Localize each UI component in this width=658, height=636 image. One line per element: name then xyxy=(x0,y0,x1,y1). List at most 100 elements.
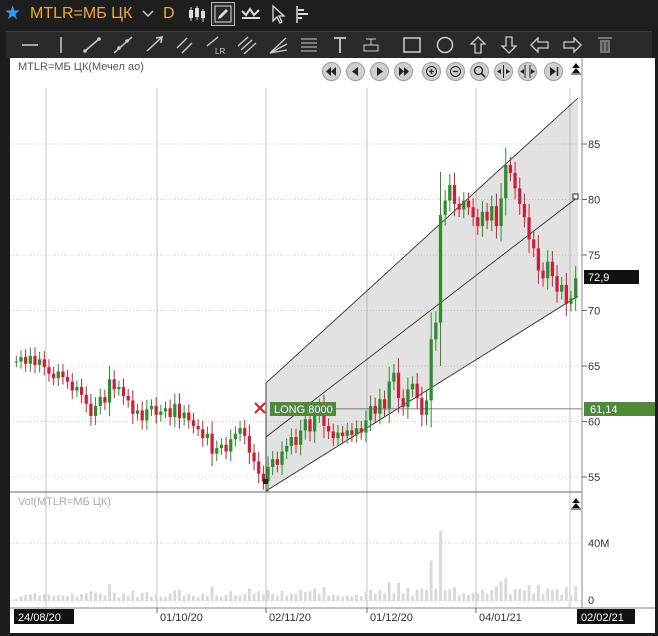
volume-bar xyxy=(252,593,256,601)
candle-body xyxy=(504,165,508,199)
volume-bar xyxy=(383,593,386,601)
zoom-in-button[interactable] xyxy=(422,62,441,81)
volume-bar xyxy=(485,593,489,601)
candle-body xyxy=(19,357,23,362)
svg-text:0: 0 xyxy=(588,595,594,607)
chart-canvas[interactable]: 85807570656055 01/10/20 02/11/20 01/12/20 0… xyxy=(10,58,655,633)
ellipse-tool-icon[interactable] xyxy=(433,34,457,56)
volume-bar xyxy=(122,593,125,601)
channel-handle[interactable] xyxy=(572,193,579,200)
fibonacci-levels-tool-icon[interactable] xyxy=(297,34,321,56)
symbol-label[interactable]: MTLR=МБ ЦК xyxy=(30,4,132,24)
candle-body xyxy=(331,431,335,439)
candle-body xyxy=(177,403,182,419)
volume-bar xyxy=(364,591,368,601)
volume-bar xyxy=(317,594,321,601)
volume-bar xyxy=(522,590,526,601)
volume-bar xyxy=(196,596,200,601)
channel-anchor-handle[interactable] xyxy=(263,479,268,484)
candle-body xyxy=(159,411,163,415)
volume-bar xyxy=(14,599,18,601)
volume-bar xyxy=(182,595,186,601)
volume-bar xyxy=(70,593,74,601)
go-to-latest-button[interactable] xyxy=(544,62,563,81)
volume-bar xyxy=(168,593,172,601)
candle-body xyxy=(359,428,363,433)
volume-bar xyxy=(359,596,363,601)
arrow-left-tool-icon[interactable] xyxy=(528,34,552,56)
volume-series xyxy=(14,531,578,601)
candle-body xyxy=(443,200,447,216)
collapse-volume-pane-icon[interactable] xyxy=(571,498,581,510)
collapse-price-pane-icon[interactable] xyxy=(571,63,581,75)
candle-body xyxy=(149,405,154,410)
candle-body xyxy=(438,215,443,323)
volume-bar xyxy=(117,597,121,601)
price-axis: 85 80 75 70 65 60 55 xyxy=(582,139,600,484)
volume-bar xyxy=(453,587,456,601)
parallel-lines-tool-icon[interactable] xyxy=(173,34,197,56)
scroll-left-button[interactable] xyxy=(346,62,365,81)
price-label-tool-icon[interactable] xyxy=(359,34,383,56)
volume-bar xyxy=(355,594,358,601)
candle-body xyxy=(98,397,102,406)
zoom-reset-button[interactable] xyxy=(470,62,489,81)
volume-bar xyxy=(518,589,522,601)
text-tool-icon[interactable] xyxy=(328,34,352,56)
arrow-right-tool-icon[interactable] xyxy=(560,34,584,56)
fan-lines-tool-icon[interactable] xyxy=(266,34,290,56)
favorite-star-icon[interactable]: ★ xyxy=(4,3,21,25)
candle-body xyxy=(378,399,382,414)
candle-body xyxy=(480,211,485,227)
scroll-to-end-button[interactable] xyxy=(394,62,413,81)
candle-body xyxy=(340,432,345,436)
trash-icon[interactable] xyxy=(593,34,617,56)
volume-bar xyxy=(560,594,564,601)
rectangle-tool-icon[interactable] xyxy=(400,34,424,56)
volume-bar xyxy=(243,594,247,601)
order-label[interactable]: LONG 8000 xyxy=(274,404,333,416)
expand-chart-button[interactable] xyxy=(518,62,537,81)
candle-body xyxy=(93,405,98,416)
scroll-to-start-button[interactable] xyxy=(322,62,341,81)
volume-bar xyxy=(406,587,410,601)
volume-bar xyxy=(574,586,578,601)
cursor-arrow-icon[interactable] xyxy=(267,3,289,25)
zoom-out-button[interactable] xyxy=(446,62,465,81)
extended-line-tool-icon[interactable] xyxy=(111,34,135,56)
vertical-line-tool-icon[interactable] xyxy=(49,34,73,56)
candle-body xyxy=(303,419,307,431)
candle-body xyxy=(61,371,65,378)
arrow-down-tool-icon[interactable] xyxy=(497,34,521,56)
scroll-right-button[interactable] xyxy=(370,62,389,81)
candlestick-icon[interactable] xyxy=(186,3,208,25)
indicator-wave-icon[interactable] xyxy=(240,3,262,25)
volume-bar xyxy=(336,595,340,601)
compress-chart-button[interactable] xyxy=(494,62,513,81)
horizontal-line-tool-icon[interactable] xyxy=(18,34,42,56)
candle-body xyxy=(107,379,112,403)
channel-tool-icon[interactable] xyxy=(235,34,259,56)
candle-body xyxy=(168,408,172,418)
timeframe-selector[interactable]: D xyxy=(163,4,175,24)
trend-line-tool-icon[interactable] xyxy=(80,34,104,56)
candle-body xyxy=(38,359,42,365)
volume-bar xyxy=(285,595,289,601)
candle-body xyxy=(420,398,424,415)
arrow-up-tool-icon[interactable] xyxy=(466,34,490,56)
candle-body xyxy=(564,284,568,304)
depth-of-market-icon[interactable] xyxy=(292,3,314,25)
chart-area[interactable]: 85 80 75 70 65 60 55 01/10/20 02/11/20 01/12/20 0… xyxy=(10,58,655,633)
candle-body xyxy=(75,387,79,391)
draw-pencil-icon[interactable] xyxy=(211,2,235,26)
candle-body xyxy=(313,414,317,432)
linear-regression-tool-icon[interactable]: LR xyxy=(204,34,228,56)
volume-bar xyxy=(294,594,298,601)
volume-bar xyxy=(471,592,475,601)
candle-body xyxy=(429,339,433,401)
candle-body xyxy=(182,412,186,419)
candle-body xyxy=(42,359,46,368)
svg-text:40M: 40M xyxy=(588,538,609,550)
chevron-down-icon[interactable] xyxy=(140,6,156,22)
ray-tool-icon[interactable] xyxy=(142,34,166,56)
